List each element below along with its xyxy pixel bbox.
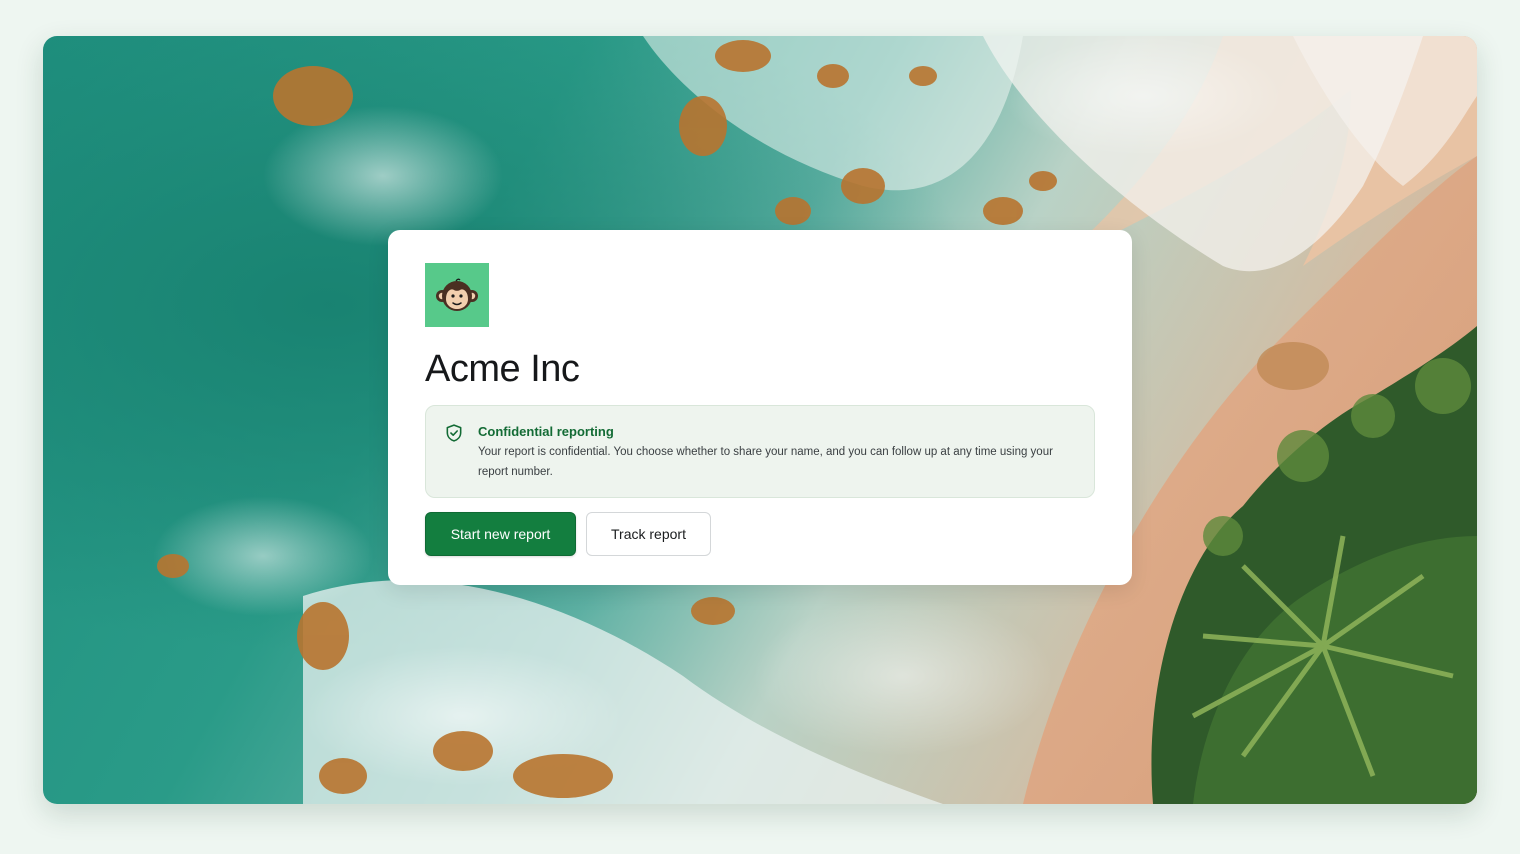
track-report-button[interactable]: Track report — [586, 512, 711, 556]
notice-body: Your report is confidential. You choose … — [478, 446, 1053, 478]
company-name: Acme Inc — [425, 348, 580, 390]
notice-title: Confidential reporting — [478, 424, 614, 439]
start-new-report-button[interactable]: Start new report — [425, 512, 576, 556]
company-logo — [425, 263, 489, 327]
monkey-face-icon — [436, 278, 478, 311]
shield-check-icon — [446, 424, 462, 442]
